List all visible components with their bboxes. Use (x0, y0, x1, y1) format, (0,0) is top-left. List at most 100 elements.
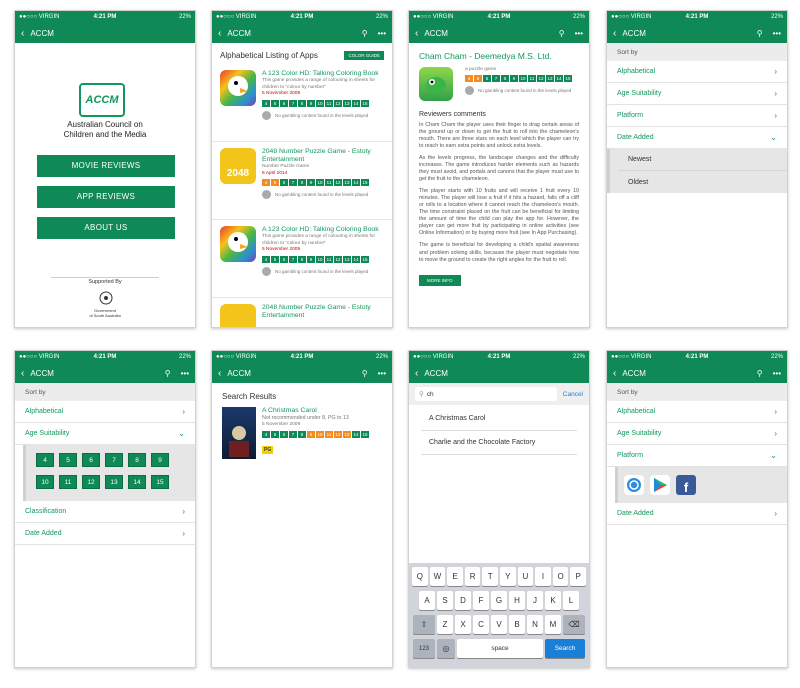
app-title[interactable]: A 123 Color HD: Talking Coloring Book (262, 70, 384, 78)
sort-date-added[interactable]: Date Added › (607, 503, 787, 525)
key[interactable]: L (563, 591, 579, 610)
key[interactable]: U (517, 567, 534, 586)
key[interactable]: G (491, 591, 507, 610)
key[interactable]: E (447, 567, 463, 586)
facebook-icon[interactable]: f (676, 475, 696, 495)
search-key[interactable]: Search (545, 639, 585, 658)
movie-reviews-button[interactable]: MOVIE REVIEWS (37, 155, 175, 177)
sort-age[interactable]: Age Suitability › (607, 423, 787, 445)
sort-alphabetical[interactable]: Alphabetical › (607, 401, 787, 423)
key[interactable]: C (473, 615, 489, 634)
age-button-15[interactable]: 15 (151, 475, 169, 489)
suggestion-item[interactable]: Charlie and the Chocolate Factory (421, 431, 577, 455)
app-title[interactable]: A 123 Color HD: Talking Coloring Book (262, 226, 384, 234)
movie-title[interactable]: A Christmas Carol (262, 407, 370, 415)
app-reviews-button[interactable]: APP REVIEWS (37, 186, 175, 208)
list-item[interactable]: 2048 2048 Number Puzzle Game - Estoty En… (212, 142, 392, 220)
age-button-10[interactable]: 10 (36, 475, 54, 489)
age-button-7[interactable]: 7 (105, 453, 123, 467)
age-button-11[interactable]: 11 (59, 475, 77, 489)
option-oldest[interactable]: Oldest (618, 171, 787, 193)
back-icon[interactable]: ‹ (21, 368, 24, 379)
shift-key[interactable]: ⇧ (413, 615, 435, 634)
age-button-13[interactable]: 13 (105, 475, 123, 489)
more-info-button[interactable]: MORE INFO (419, 274, 461, 286)
space-key[interactable]: space (457, 639, 543, 658)
sort-alphabetical[interactable]: Alphabetical › (15, 401, 195, 423)
suggestion-item[interactable]: A Christmas Carol (421, 405, 577, 431)
back-icon[interactable]: ‹ (218, 368, 221, 379)
sort-classification[interactable]: Classification › (15, 501, 195, 523)
search-icon[interactable]: ⚲ (757, 29, 763, 38)
search-input[interactable]: ⚲ ch (415, 387, 557, 401)
back-icon[interactable]: ‹ (613, 368, 616, 379)
more-icon[interactable]: ••• (378, 29, 386, 38)
key[interactable]: P (570, 567, 586, 586)
sort-age[interactable]: Age Suitability › (607, 83, 787, 105)
key[interactable]: B (509, 615, 525, 634)
age-button-12[interactable]: 12 (82, 475, 100, 489)
numbers-key[interactable]: 123 (413, 639, 435, 658)
key[interactable]: I (535, 567, 551, 586)
sort-platform[interactable]: Platform ⌄ (607, 445, 787, 467)
more-icon[interactable]: ••• (773, 369, 781, 378)
search-icon[interactable]: ⚲ (165, 369, 171, 378)
search-icon[interactable]: ⚲ (362, 369, 368, 378)
age-button-5[interactable]: 5 (59, 453, 77, 467)
age-button-14[interactable]: 14 (128, 475, 146, 489)
color-guide-button[interactable]: COLOR GUIDE (344, 51, 384, 60)
sort-date-added[interactable]: Date Added ⌄ (607, 127, 787, 149)
search-icon[interactable]: ⚲ (559, 29, 565, 38)
sort-alphabetical[interactable]: Alphabetical › (607, 61, 787, 83)
more-icon[interactable]: ••• (575, 29, 583, 38)
sort-date-added[interactable]: Date Added › (15, 523, 195, 545)
key[interactable]: H (509, 591, 525, 610)
back-icon[interactable]: ‹ (415, 368, 418, 379)
key[interactable]: N (527, 615, 543, 634)
age-button-6[interactable]: 6 (82, 453, 100, 467)
app-title[interactable]: 2048 Number Puzzle Game - Estoty Enterta… (262, 148, 384, 164)
key[interactable]: O (552, 567, 569, 586)
key[interactable]: Y (500, 567, 516, 586)
key[interactable]: R (464, 567, 481, 586)
app-title[interactable]: 2048 Number Puzzle Game - Estoty Enterta… (262, 304, 384, 320)
back-icon[interactable]: ‹ (415, 28, 418, 39)
globe-key[interactable]: ◎ (437, 639, 455, 658)
sort-age[interactable]: Age Suitability ⌄ (15, 423, 195, 445)
google-play-icon[interactable] (650, 475, 670, 495)
about-us-button[interactable]: ABOUT US (37, 217, 175, 239)
more-icon[interactable]: ••• (773, 29, 781, 38)
option-newest[interactable]: Newest (618, 149, 787, 171)
delete-key[interactable]: ⌫ (563, 615, 585, 634)
key[interactable]: M (545, 615, 561, 634)
key[interactable]: F (473, 591, 489, 610)
list-item[interactable]: A 123 Color HD: Talking Coloring Book Th… (212, 64, 392, 142)
search-icon[interactable]: ⚲ (362, 29, 368, 38)
key[interactable]: V (491, 615, 507, 634)
key[interactable]: K (545, 591, 561, 610)
app-store-icon[interactable] (624, 475, 644, 495)
age-button-4[interactable]: 4 (36, 453, 54, 467)
age-button-8[interactable]: 8 (128, 453, 146, 467)
back-icon[interactable]: ‹ (613, 28, 616, 39)
age-button-9[interactable]: 9 (151, 453, 169, 467)
key[interactable]: T (482, 567, 498, 586)
key[interactable]: Q (412, 567, 428, 586)
key[interactable]: W (429, 567, 446, 586)
sort-platform[interactable]: Platform › (607, 105, 787, 127)
key[interactable]: A (419, 591, 435, 610)
key[interactable]: S (437, 591, 453, 610)
key[interactable]: Z (437, 615, 453, 634)
more-icon[interactable]: ••• (181, 369, 189, 378)
list-item[interactable]: A 123 Color HD: Talking Coloring Book Th… (212, 220, 392, 298)
list-item[interactable]: 2048 Number Puzzle Game - Estoty Enterta… (212, 298, 392, 327)
key[interactable]: J (527, 591, 543, 610)
cancel-button[interactable]: Cancel (563, 391, 583, 398)
key[interactable]: X (455, 615, 471, 634)
back-icon[interactable]: ‹ (218, 28, 221, 39)
back-icon[interactable]: ‹ (21, 28, 24, 39)
search-result-item[interactable]: A Christmas Carol Not recommended under … (212, 407, 392, 459)
more-icon[interactable]: ••• (378, 369, 386, 378)
search-icon[interactable]: ⚲ (757, 369, 763, 378)
key[interactable]: D (455, 591, 471, 610)
